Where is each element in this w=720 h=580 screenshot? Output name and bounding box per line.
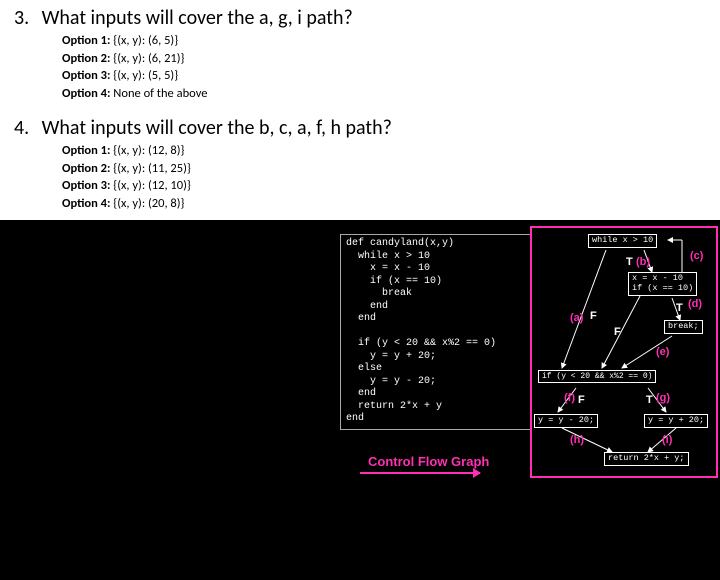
- node-if: if (y < 20 && x%2 == 0): [538, 370, 656, 383]
- question-3: 3. What inputs will cover the a, g, i pa…: [14, 6, 706, 30]
- q3-option-2: Option 2: {(x, y): (6, 21)}: [62, 50, 706, 68]
- cfg-label: Control Flow Graph: [368, 454, 489, 469]
- label-F-a: F: [590, 310, 597, 322]
- q3-option-1: Option 1: {(x, y): (6, 5)}: [62, 32, 706, 50]
- label-a: (a): [570, 312, 583, 324]
- q4-text: What inputs will cover the b, c, a, f, h…: [42, 116, 392, 140]
- arrow-icon: [360, 472, 480, 474]
- label-T-b: T: [626, 256, 633, 268]
- q4-number: 4.: [14, 116, 38, 140]
- label-h: (h): [570, 434, 584, 446]
- node-return: return 2*x + y;: [604, 452, 689, 466]
- label-g: (g): [656, 392, 670, 404]
- label-e: (e): [656, 346, 669, 358]
- label-i: (i): [662, 434, 672, 446]
- graph-edges: [532, 228, 716, 476]
- control-flow-graph: while x > 10 x = x - 10 if (x == 10) bre…: [530, 226, 718, 478]
- question-4: 4. What inputs will cover the b, c, a, f…: [14, 116, 706, 140]
- q4-option-3: Option 3: {(x, y): (12, 10)}: [62, 177, 706, 195]
- q3-text: What inputs will cover the a, g, i path?: [42, 6, 353, 30]
- question-3-block: 3. What inputs will cover the a, g, i pa…: [0, 0, 720, 110]
- node-y-minus: y = y - 20;: [534, 414, 598, 428]
- label-F-f: F: [578, 394, 585, 406]
- q3-number: 3.: [14, 6, 38, 30]
- node-while: while x > 10: [588, 234, 657, 248]
- label-b: (b): [636, 256, 650, 268]
- question-4-block: 4. What inputs will cover the b, c, a, f…: [0, 110, 720, 220]
- q3-option-4: Option 4: None of the above: [62, 85, 706, 103]
- label-F-d: F: [614, 326, 621, 338]
- label-T-d: T: [676, 302, 683, 314]
- q4-option-1: Option 1: {(x, y): (12, 8)}: [62, 142, 706, 160]
- diagram-region: def candyland(x,y) while x > 10 x = x - …: [0, 220, 720, 580]
- q4-option-4: Option 4: {(x, y): (20, 8)}: [62, 195, 706, 213]
- label-d: (d): [688, 298, 702, 310]
- label-c: (c): [690, 250, 703, 262]
- label-T-g: T: [646, 394, 653, 406]
- q3-options: Option 1: {(x, y): (6, 5)} Option 2: {(x…: [62, 32, 706, 102]
- code-block: def candyland(x,y) while x > 10 x = x - …: [340, 234, 532, 430]
- q4-options: Option 1: {(x, y): (12, 8)} Option 2: {(…: [62, 142, 706, 212]
- node-decrement: x = x - 10 if (x == 10): [628, 272, 697, 296]
- node-break: break;: [664, 320, 703, 334]
- node-y-plus: y = y + 20;: [644, 414, 708, 428]
- q3-option-3: Option 3: {(x, y): (5, 5)}: [62, 67, 706, 85]
- label-f: (f): [564, 392, 575, 404]
- q4-option-2: Option 2: {(x, y): (11, 25)}: [62, 160, 706, 178]
